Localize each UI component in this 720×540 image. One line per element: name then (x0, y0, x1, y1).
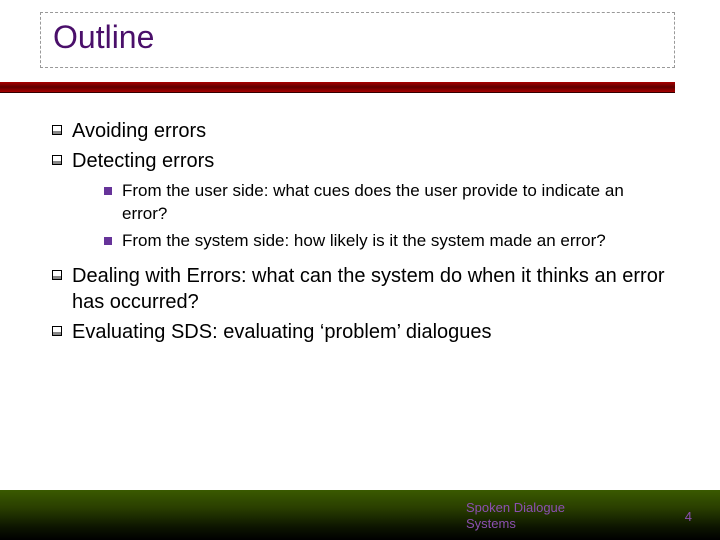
bullet-item: Detecting errors (52, 148, 667, 174)
square-bullet-icon (52, 155, 62, 165)
footer-line2: Systems (466, 516, 516, 531)
square-sub-bullet-icon (104, 237, 112, 245)
slide-title: Outline (53, 19, 662, 56)
bullet-text: Evaluating SDS: evaluating ‘problem’ dia… (72, 319, 492, 345)
footer-gradient (0, 490, 720, 540)
footer-label: Spoken Dialogue Systems (466, 500, 565, 533)
bullet-text: Avoiding errors (72, 118, 206, 144)
square-sub-bullet-icon (104, 187, 112, 195)
bullet-text: Dealing with Errors: what can the system… (72, 263, 667, 315)
square-bullet-icon (52, 125, 62, 135)
sub-bullet-item: From the user side: what cues does the u… (104, 180, 667, 226)
bullet-item: Evaluating SDS: evaluating ‘problem’ dia… (52, 319, 667, 345)
footer-line1: Spoken Dialogue (466, 500, 565, 515)
sub-bullet-text: From the system side: how likely is it t… (122, 230, 606, 253)
page-number: 4 (685, 509, 692, 524)
divider-bar (0, 82, 675, 93)
sub-bullet-text: From the user side: what cues does the u… (122, 180, 667, 226)
sub-bullet-item: From the system side: how likely is it t… (104, 230, 667, 253)
bullet-text: Detecting errors (72, 148, 214, 174)
footer: Spoken Dialogue Systems 4 (0, 486, 720, 540)
sub-bullet-list: From the user side: what cues does the u… (104, 180, 667, 253)
bullet-item: Dealing with Errors: what can the system… (52, 263, 667, 315)
square-bullet-icon (52, 270, 62, 280)
title-container: Outline (40, 12, 675, 68)
square-bullet-icon (52, 326, 62, 336)
bullet-item: Avoiding errors (52, 118, 667, 144)
content-area: Avoiding errors Detecting errors From th… (52, 118, 667, 349)
